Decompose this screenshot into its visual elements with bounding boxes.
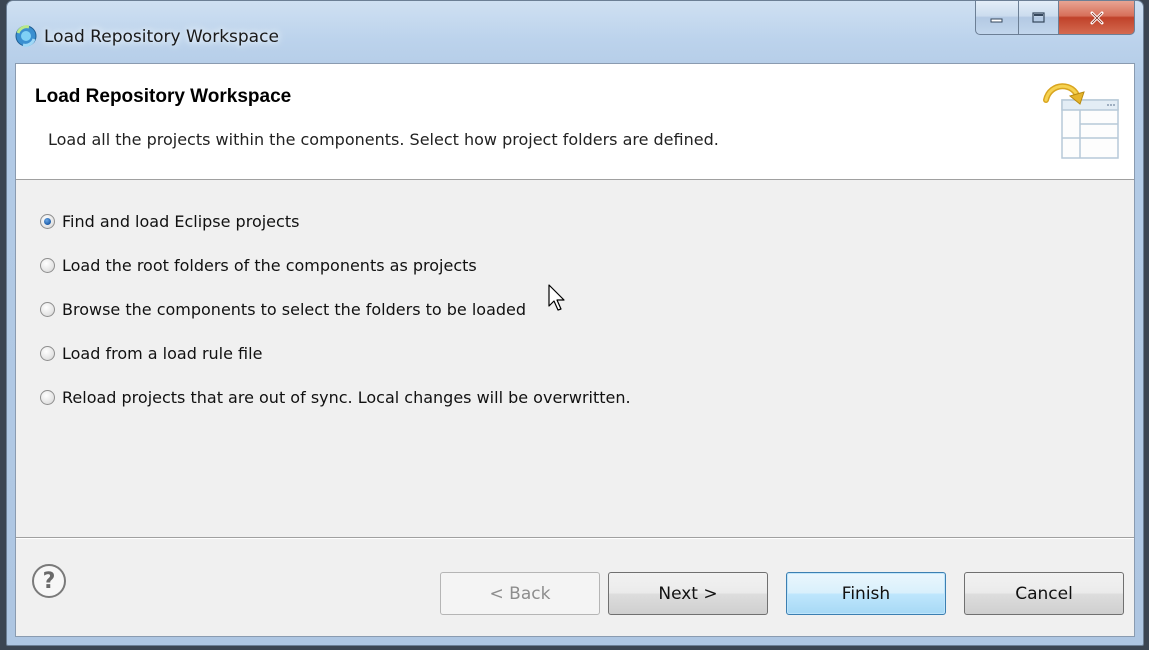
radio-button[interactable] xyxy=(40,389,55,405)
option-reload-out-of-sync[interactable]: Reload projects that are out of sync. Lo… xyxy=(40,386,631,408)
page-title: Load Repository Workspace xyxy=(35,86,292,107)
next-button[interactable]: Next > xyxy=(608,572,768,615)
next-button-label: Next > xyxy=(658,583,718,604)
option-label: Find and load Eclipse projects xyxy=(62,211,300,231)
dialog-window: Load Repository Workspace Load Repositor… xyxy=(6,0,1144,646)
load-options-group: Find and load Eclipse projects Load the … xyxy=(40,210,631,430)
maximize-button[interactable] xyxy=(1019,1,1059,35)
dialog-client-area: Load Repository Workspace Load all the p… xyxy=(15,63,1135,637)
window-title: Load Repository Workspace xyxy=(44,27,279,47)
back-button[interactable]: < Back xyxy=(440,572,600,615)
back-button-label: < Back xyxy=(489,583,551,604)
app-icon xyxy=(15,25,37,47)
title-bar[interactable]: Load Repository Workspace xyxy=(7,1,1143,63)
maximize-icon xyxy=(1031,11,1045,23)
radio-button[interactable] xyxy=(40,345,55,361)
close-icon xyxy=(1090,11,1103,24)
option-label: Load from a load rule file xyxy=(62,343,263,363)
mouse-pointer-icon xyxy=(548,284,565,311)
minimize-button[interactable] xyxy=(975,1,1019,35)
finish-button-label: Finish xyxy=(841,583,891,604)
option-label: Browse the components to select the fold… xyxy=(62,299,527,319)
finish-button[interactable]: Finish xyxy=(786,572,946,615)
wizard-banner-icon xyxy=(1043,83,1119,159)
cancel-button[interactable]: Cancel xyxy=(964,572,1124,615)
help-icon: ? xyxy=(42,568,56,594)
radio-button-selected[interactable] xyxy=(40,213,55,229)
radio-button[interactable] xyxy=(40,301,55,317)
minimize-icon xyxy=(990,18,1003,22)
option-find-eclipse-projects[interactable]: Find and load Eclipse projects xyxy=(40,210,631,232)
cancel-button-label: Cancel xyxy=(1015,583,1073,604)
help-button[interactable]: ? xyxy=(32,564,66,598)
option-label: Reload projects that are out of sync. Lo… xyxy=(62,387,631,407)
close-button[interactable] xyxy=(1059,1,1135,35)
option-label: Load the root folders of the components … xyxy=(62,255,477,275)
footer-separator xyxy=(16,537,1134,539)
wizard-banner: Load Repository Workspace Load all the p… xyxy=(16,64,1134,180)
page-description: Load all the projects within the compone… xyxy=(48,130,719,149)
radio-button[interactable] xyxy=(40,257,55,273)
option-load-rule-file[interactable]: Load from a load rule file xyxy=(40,342,631,364)
option-load-root-folders[interactable]: Load the root folders of the components … xyxy=(40,254,631,276)
option-browse-components[interactable]: Browse the components to select the fold… xyxy=(40,298,631,320)
caption-buttons xyxy=(975,1,1135,35)
